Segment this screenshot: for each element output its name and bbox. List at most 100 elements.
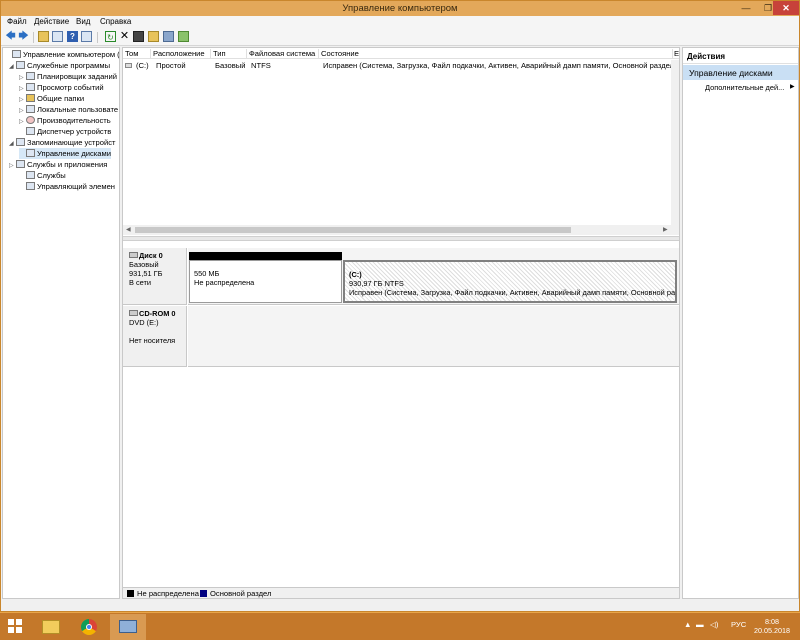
tray-chevron-icon[interactable]: ▲	[684, 620, 692, 629]
menu-bar: Файл Действие Вид Справка	[1, 16, 799, 29]
legend-swatch-unallocated	[127, 590, 134, 597]
disk-size: 931,51 ГБ	[129, 269, 163, 278]
tree-item-disk-management[interactable]: Управление дисками	[19, 148, 111, 159]
menu-view[interactable]: Вид	[76, 17, 90, 26]
shared-folder-icon	[26, 94, 35, 102]
device-manager-icon	[26, 127, 35, 135]
console-tree: Управление компьютером (л ◢ Служебные про…	[2, 47, 120, 599]
help-icon[interactable]: ?	[67, 31, 78, 42]
column-header-volume[interactable]: Том	[125, 49, 151, 59]
tree-item-services[interactable]: Службы	[19, 170, 66, 181]
computer-management-icon	[119, 620, 137, 633]
partition-c[interactable]: (C:) 930,97 ГБ NTFS Исправен (Система, З…	[343, 260, 677, 303]
tree-item-computer-management[interactable]: Управление компьютером (л	[5, 49, 119, 60]
tree-item-wmi-control[interactable]: Управляющий элемен	[19, 181, 115, 192]
tree-item-services-apps[interactable]: ▷ Службы и приложения	[9, 159, 107, 170]
volume-layout: Простой	[156, 61, 186, 70]
actions-more-actions[interactable]: Дополнительные дей...	[705, 83, 784, 92]
tree-item-device-manager[interactable]: Диспетчер устройств	[19, 126, 111, 137]
tree-item-event-viewer[interactable]: ▷ Просмотр событий	[19, 82, 104, 93]
refresh-icon[interactable]: ↻	[105, 31, 116, 42]
disk-management-icon	[26, 149, 35, 157]
volume-name: (C:)	[136, 61, 149, 70]
forward-arrow-icon[interactable]: 🡆	[18, 31, 29, 42]
users-icon	[26, 105, 35, 113]
taskbar-computer-management[interactable]	[110, 614, 146, 640]
expand-icon[interactable]: ◢	[9, 62, 16, 73]
title-bar[interactable]: Управление компьютером — ❐ ✕	[1, 1, 799, 16]
disk-state: В сети	[129, 278, 152, 287]
disk-icon	[129, 252, 138, 258]
disk-icon[interactable]	[133, 31, 144, 42]
taskbar-chrome[interactable]	[72, 614, 108, 640]
scroll-left-icon[interactable]: ◀	[126, 226, 131, 233]
properties-icon[interactable]	[81, 31, 92, 42]
column-header-filesystem[interactable]: Файловая система	[249, 49, 319, 59]
partition-unallocated[interactable]: 550 МБ Не распределена	[189, 252, 342, 303]
disk-name: Диск 0	[139, 251, 163, 260]
tray-volume-icon[interactable]: ◁)	[710, 620, 718, 629]
storage-icon	[16, 138, 25, 146]
partition-color-bar	[189, 252, 342, 260]
menu-file[interactable]: Файл	[7, 17, 27, 26]
volume-list-header: Том Расположение Тип Файловая система Со…	[123, 48, 679, 59]
tree-item-system-tools[interactable]: ◢ Служебные программы	[9, 60, 110, 71]
column-header-capacity[interactable]: Е	[674, 49, 679, 59]
services-gear-icon	[26, 171, 35, 179]
minimize-button[interactable]: —	[735, 1, 757, 15]
delete-icon[interactable]: ✕	[119, 31, 130, 42]
tree-item-performance[interactable]: ▷ Производительность	[19, 115, 111, 126]
toolbar: 🡄 🡆 ? ↻ ✕	[1, 29, 799, 46]
checklist-icon[interactable]	[178, 31, 189, 42]
search-icon[interactable]	[163, 31, 174, 42]
scroll-right-icon[interactable]: ▶	[663, 226, 668, 233]
wmi-control-icon	[26, 182, 35, 190]
scrollbar-thumb[interactable]	[135, 227, 571, 233]
computer-icon	[12, 50, 21, 58]
cdrom-0-area	[188, 306, 679, 367]
disk-management-pane: Том Расположение Тип Файловая система Со…	[122, 47, 680, 599]
volume-list-vertical-scrollbar[interactable]	[671, 60, 679, 226]
tray-clock[interactable]: 8:08 20.05.2018	[752, 617, 792, 635]
legend-label-unallocated: Не распределена	[137, 589, 199, 598]
tree-item-storage[interactable]: ◢ Запоминающие устройст	[9, 137, 116, 148]
services-apps-icon	[16, 160, 25, 168]
back-arrow-icon[interactable]: 🡄	[5, 31, 16, 42]
menu-action[interactable]: Действие	[34, 17, 69, 26]
close-button[interactable]: ✕	[773, 1, 799, 15]
clock-time: 8:08	[765, 617, 779, 626]
volume-list-horizontal-scrollbar[interactable]: ◀ ▶	[123, 225, 679, 235]
taskbar-file-explorer[interactable]	[34, 614, 70, 640]
disk-name: CD-ROM 0	[139, 309, 176, 318]
partition-size: 930,97 ГБ NTFS	[349, 279, 404, 288]
partition-status: Исправен (Система, Загрузка, Файл подкач…	[349, 288, 677, 297]
tree-item-shared-folders[interactable]: ▷ Общие папки	[19, 93, 84, 104]
table-row[interactable]: (C:) Простой Базовый NTFS Исправен (Сист…	[123, 61, 679, 71]
column-header-type[interactable]: Тип	[213, 49, 247, 59]
actions-group-disk-management[interactable]: Управление дисками	[683, 65, 798, 80]
tree-item-task-scheduler[interactable]: ▷ Планировщик заданий	[19, 71, 117, 82]
tray-network-icon[interactable]: ▬	[696, 620, 704, 629]
column-header-status[interactable]: Состояние	[321, 49, 673, 59]
start-button[interactable]	[8, 619, 22, 633]
menu-help[interactable]: Справка	[100, 17, 131, 26]
up-folder-icon[interactable]	[38, 31, 49, 42]
expand-icon[interactable]: ◢	[9, 139, 16, 150]
expand-icon[interactable]: ▷	[9, 161, 16, 172]
column-header-layout[interactable]: Расположение	[153, 49, 211, 59]
toolbar-separator	[33, 32, 34, 43]
show-hide-tree-icon[interactable]	[52, 31, 63, 42]
cdrom-0-label[interactable]: CD-ROM 0 DVD (E:) Нет носителя	[123, 306, 187, 367]
folder-icon[interactable]	[148, 31, 159, 42]
clock-icon	[26, 72, 35, 80]
disk-type: DVD (E:)	[129, 318, 159, 327]
disk-0-label[interactable]: Диск 0 Базовый 931,51 ГБ В сети	[123, 248, 187, 305]
legend-swatch-primary	[200, 590, 207, 597]
submenu-arrow-icon[interactable]: ▶	[790, 83, 795, 90]
actions-title: Действия	[683, 48, 798, 64]
volume-drive-icon	[125, 63, 132, 68]
disk-map: Диск 0 Базовый 931,51 ГБ В сети 550 МБ Н…	[123, 241, 679, 586]
tray-language[interactable]: РУС	[731, 620, 746, 629]
tree-item-local-users[interactable]: ▷ Локальные пользовате	[19, 104, 118, 115]
legend-label-primary: Основной раздел	[210, 589, 272, 598]
